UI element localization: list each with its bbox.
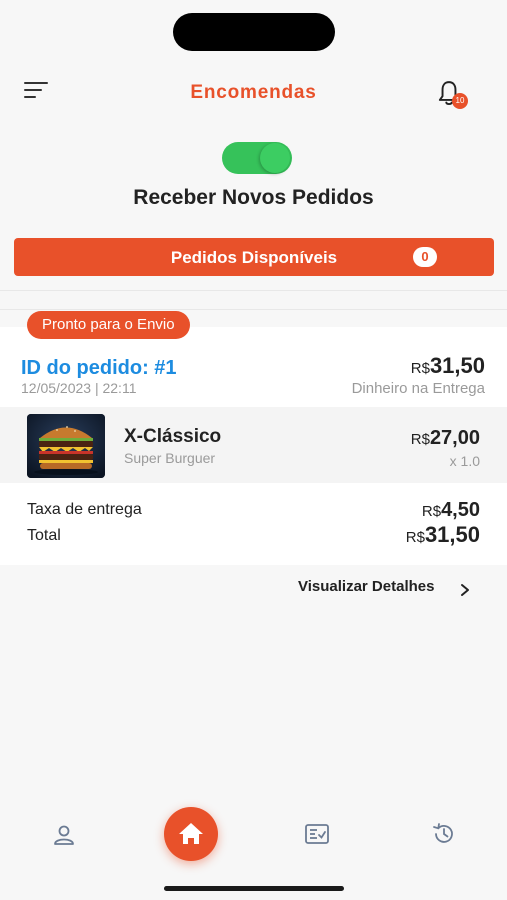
dynamic-island (173, 13, 335, 51)
history-icon[interactable] (431, 821, 457, 847)
currency-symbol: R$ (410, 431, 430, 448)
order-status-badge: Pronto para o Envio (27, 311, 190, 339)
currency-symbol: R$ (405, 529, 425, 546)
payment-method: Dinheiro na Entrega (351, 380, 485, 397)
grand-total-value: R$31,50 (406, 522, 480, 548)
page-title: Encomendas (190, 82, 317, 103)
home-icon (179, 823, 203, 844)
toggle-knob (260, 143, 290, 173)
currency-symbol: R$ (410, 360, 430, 377)
order-item-row: X-Clássico Super Burguer R$27,00 x 1.0 (0, 407, 507, 483)
item-price: R$27,00 (411, 427, 480, 450)
currency-symbol: R$ (421, 503, 442, 520)
delivery-fee-label: Taxa de entrega (27, 501, 142, 518)
item-price-amount: 27,00 (429, 427, 480, 449)
order-date: 12/05/2023 | 22:11 (21, 380, 137, 396)
home-button[interactable] (164, 807, 218, 861)
divider (0, 309, 507, 310)
order-id: ID do pedido: #1 (21, 357, 177, 379)
delivery-fee-amount: 4,50 (441, 499, 480, 521)
home-indicator (164, 886, 344, 891)
order-total-amount: 31,50 (429, 353, 485, 378)
chevron-right-icon[interactable] (458, 583, 472, 597)
grand-total-amount: 31,50 (424, 522, 480, 547)
divider (0, 290, 507, 291)
order-total: R$31,50 (411, 353, 485, 379)
status-bar (0, 0, 507, 60)
notification-badge: 10 (452, 93, 468, 109)
available-orders-button[interactable]: Pedidos Disponíveis 0 (14, 238, 494, 276)
receive-orders-toggle[interactable] (222, 142, 292, 174)
view-details-link[interactable]: Visualizar Detalhes (298, 578, 434, 595)
available-orders-count: 0 (413, 247, 437, 267)
order-card[interactable]: ID do pedido: #1 12/05/2023 | 22:11 R$31… (0, 327, 507, 565)
receive-orders-label: Receber Novos Pedidos (133, 186, 374, 209)
profile-icon[interactable] (51, 822, 77, 848)
orders-icon[interactable] (304, 821, 330, 847)
burger-image (27, 414, 105, 478)
item-name: X-Clássico (124, 426, 222, 447)
notifications-button[interactable]: 10 (436, 78, 470, 112)
bottom-nav (0, 800, 507, 900)
item-quantity: x 1.0 (449, 453, 480, 469)
item-restaurant: Super Burguer (124, 450, 216, 466)
delivery-fee-value: R$4,50 (422, 499, 480, 522)
app-header: Encomendas 10 (0, 70, 507, 116)
total-label: Total (27, 527, 61, 544)
